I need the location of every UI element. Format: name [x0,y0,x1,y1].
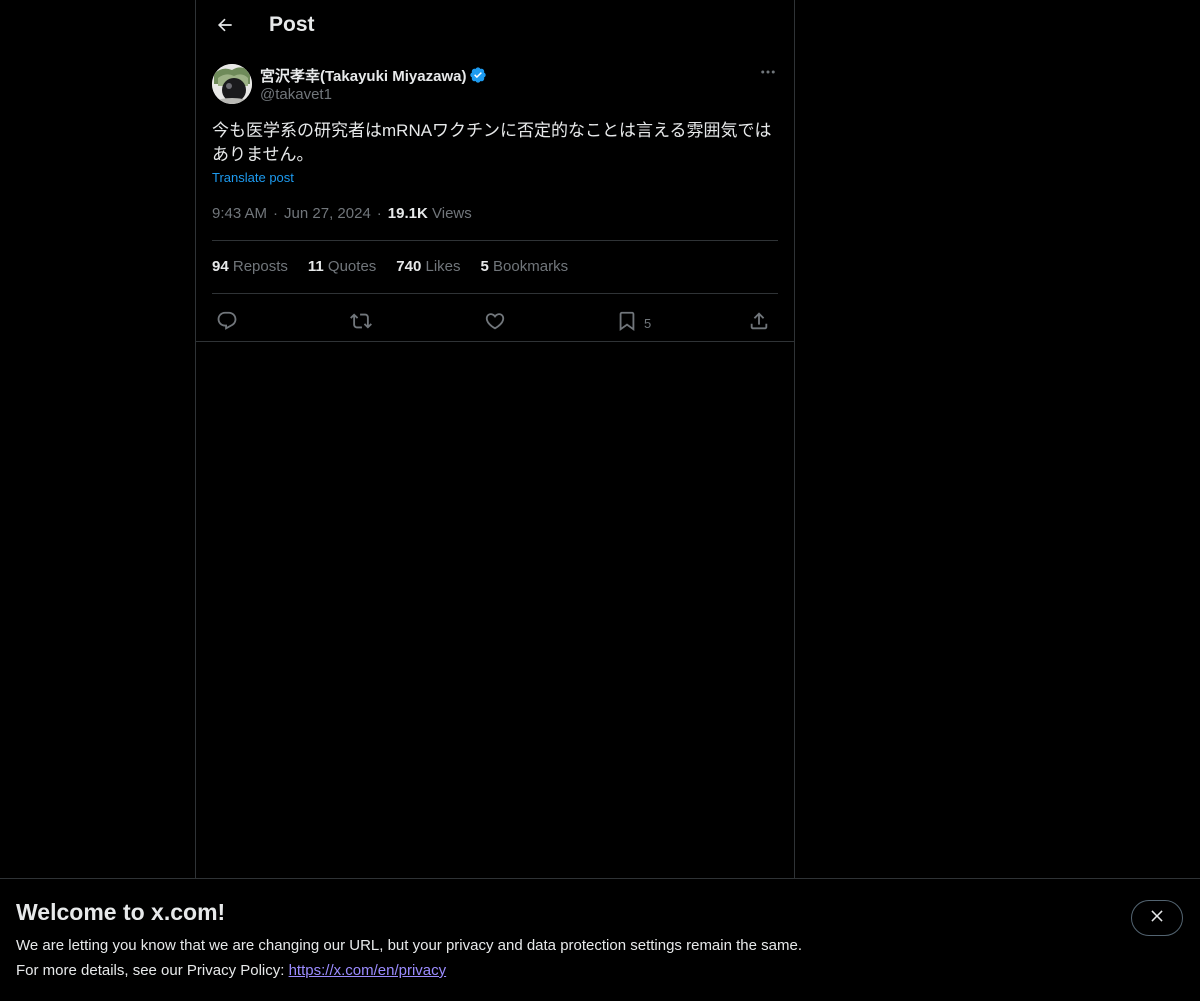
banner-close-button[interactable] [1131,900,1183,936]
post-time[interactable]: 9:43 AM [212,205,267,222]
author-info: 宮沢孝幸(Takayuki Miyazawa) @takavet1 [260,65,487,103]
reply-icon [216,310,238,337]
translate-post-link[interactable]: Translate post [212,170,294,185]
verified-badge-icon[interactable] [469,66,487,84]
stat-likes[interactable]: 740 Likes [396,258,460,275]
post-date[interactable]: Jun 27, 2024 [284,205,371,222]
views-label: Views [432,205,472,222]
more-options-button[interactable] [758,64,778,84]
main-column: Post 宮沢孝幸(Takayuki Miyazawa) @takavet1 今… [195,0,795,1000]
post-meta: 9:43 AM · Jun 27, 2024 · 19.1K Views [212,205,472,222]
welcome-banner: Welcome to x.com! We are letting you kno… [0,878,1200,1001]
author-name[interactable]: 宮沢孝幸(Takayuki Miyazawa) [260,65,466,86]
views-count: 19.1K [387,205,428,222]
bookmark-count: 5 [644,315,652,331]
close-icon [1148,907,1166,930]
stat-bookmarks[interactable]: 5 Bookmarks [481,258,569,275]
repost-button[interactable] [350,305,372,341]
avatar[interactable] [212,64,252,104]
like-button[interactable] [484,305,506,341]
divider [212,240,778,241]
bookmark-button[interactable]: 5 [616,305,651,341]
post-stats: 94 Reposts 11 Quotes 740 Likes 5 Bookmar… [212,258,588,275]
back-button[interactable] [208,10,242,44]
banner-message: We are letting you know that we are chan… [16,937,802,954]
post-actions: 5 [212,305,778,341]
banner-privacy-prefix: For more details, see our Privacy Policy… [16,962,289,979]
share-button[interactable] [748,305,770,341]
post-text: 今も医学系の研究者はmRNAワクチンに否定的なことは言える雰囲気ではありません。 [212,121,772,164]
page-header: Post [196,0,794,54]
divider [196,341,794,342]
arrow-left-icon [215,15,235,40]
share-icon [748,310,770,337]
page-title: Post [269,13,315,36]
more-dots-icon [759,63,777,86]
bookmark-icon [616,310,638,337]
privacy-policy-link[interactable]: https://x.com/en/privacy [289,962,447,979]
reply-button[interactable] [216,305,238,341]
repost-icon [350,310,372,337]
heart-icon [484,310,506,337]
author-handle[interactable]: @takavet1 [260,86,487,103]
divider [212,293,778,294]
stat-reposts[interactable]: 94 Reposts [212,258,288,275]
banner-title: Welcome to x.com! [16,899,226,925]
stat-quotes[interactable]: 11 Quotes [308,258,376,275]
banner-privacy-note: For more details, see our Privacy Policy… [16,962,446,979]
